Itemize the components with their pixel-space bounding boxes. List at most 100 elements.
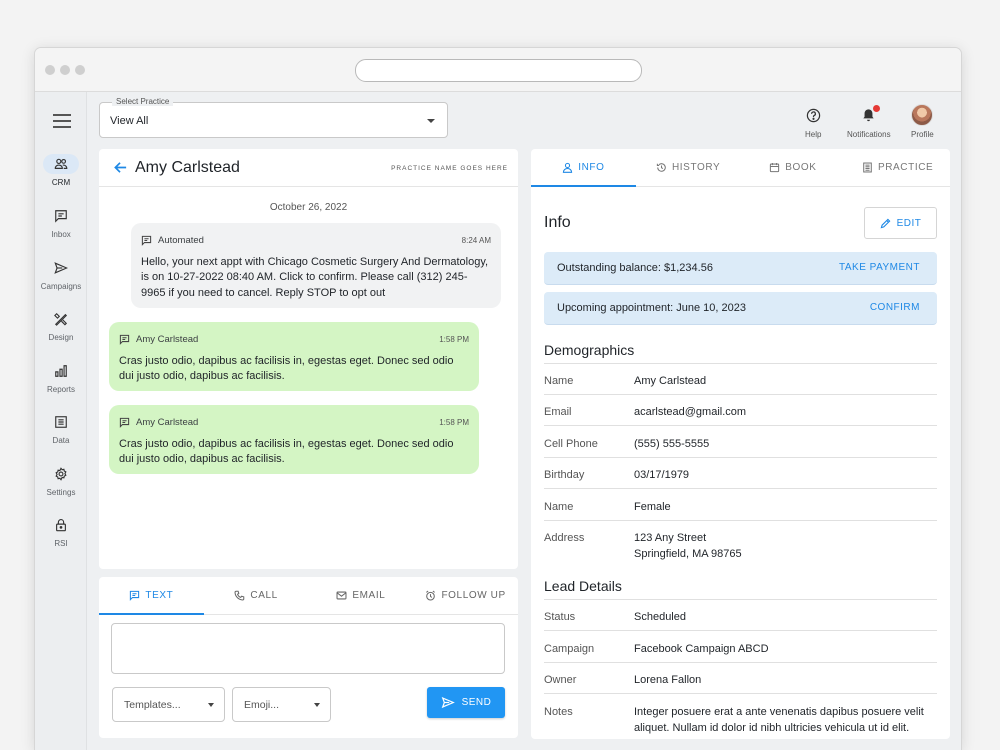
practice-select[interactable]: Select Practice View All (99, 97, 448, 138)
message-time: 8:24 AM (461, 236, 491, 245)
tab-history[interactable]: HISTORY (636, 149, 741, 186)
edit-button[interactable]: EDIT (864, 207, 937, 239)
tab-email[interactable]: EMAIL (309, 577, 414, 614)
nav-item-campaigns[interactable]: Campaigns (35, 258, 87, 304)
tab-call[interactable]: CALL (204, 577, 309, 614)
data-icon (43, 412, 79, 432)
tab-text[interactable]: TEXT (99, 577, 204, 615)
url-bar[interactable] (355, 59, 642, 82)
field-label: Name (544, 501, 574, 513)
title-bar (35, 48, 961, 92)
nav-label: Inbox (51, 230, 71, 239)
message-icon (141, 236, 152, 247)
field-value: Facebook Campaign ABCD (634, 643, 769, 655)
nav-label: CRM (51, 178, 71, 187)
templates-dropdown[interactable]: Templates... (112, 687, 225, 722)
conversation-header: Amy Carlstead PRACTICE NAME GOES HERE (99, 149, 518, 187)
nav-label: RSI (54, 539, 68, 548)
window-close-dot[interactable] (45, 65, 55, 75)
nav-label: Campaigns (40, 282, 82, 291)
bar-chart-icon (43, 361, 79, 381)
back-arrow-icon[interactable] (113, 160, 128, 175)
window-maximize-dot[interactable] (75, 65, 85, 75)
message-text: Hello, your next appt with Chicago Cosme… (141, 255, 489, 299)
profile-button[interactable]: Profile (911, 104, 934, 139)
avatar (911, 104, 934, 126)
history-icon (656, 163, 666, 172)
tab-book[interactable]: BOOK (741, 149, 846, 186)
divider (544, 693, 937, 694)
email-icon (336, 591, 347, 600)
message-text: Cras justo odio, dapibus ac facilisis in… (119, 437, 454, 466)
profile-label: Profile (911, 130, 934, 139)
compose-panel: TEXT CALL EMAIL FOLLOW UP Templates... E… (99, 577, 518, 738)
tab-follow-up[interactable]: FOLLOW UP (413, 577, 518, 614)
nav-item-settings[interactable]: Settings (35, 464, 87, 510)
message-icon (119, 418, 130, 429)
message-time: 1:58 PM (439, 418, 469, 427)
gear-icon (43, 464, 79, 484)
people-icon (43, 154, 79, 174)
nav-item-inbox[interactable]: Inbox (35, 206, 87, 252)
field-value: Scheduled (634, 611, 686, 623)
field-label: Campaign (544, 643, 595, 655)
lead-details-title: Lead Details (544, 578, 622, 594)
nav-item-crm[interactable]: CRM (35, 154, 87, 200)
appointment-text: Upcoming appointment: June 10, 2023 (557, 302, 746, 314)
help-icon (806, 104, 821, 126)
divider (544, 488, 937, 489)
take-payment-button[interactable]: TAKE PAYMENT (839, 262, 920, 273)
field-label: Cell Phone (544, 438, 598, 450)
nav-item-data[interactable]: Data (35, 412, 87, 458)
field-value-line2: Springfield, MA 98765 (634, 548, 742, 560)
message-header: Amy Carlstead (119, 332, 469, 348)
message-bubble-incoming: Amy Carlstead 1:58 PM Cras justo odio, d… (109, 405, 479, 474)
send-button[interactable]: SEND (427, 687, 505, 718)
help-label: Help (805, 130, 822, 139)
nav-label: Reports (46, 385, 75, 394)
nav-item-reports[interactable]: Reports (35, 361, 87, 407)
field-value: acarlstead@gmail.com (634, 406, 747, 418)
send-icon (441, 696, 455, 709)
divider (544, 363, 937, 364)
practice-name: PRACTICE NAME GOES HERE (391, 165, 508, 172)
field-label: Email (544, 406, 572, 418)
field-label: Owner (544, 674, 577, 686)
notifications-button[interactable]: Notifications (847, 104, 891, 139)
divider (544, 662, 937, 663)
emoji-dropdown[interactable]: Emoji... (232, 687, 331, 722)
window-minimize-dot[interactable] (60, 65, 70, 75)
field-value: 123 Any Street (634, 532, 707, 544)
tab-label: CALL (250, 590, 278, 601)
field-label: Status (544, 611, 576, 623)
message-icon (130, 590, 140, 601)
browser-window: CRM Inbox Campaigns Design Reports Data … (34, 47, 962, 750)
balance-alert: Outstanding balance: $1,234.56 TAKE PAYM… (544, 252, 937, 285)
message-time: 1:58 PM (439, 335, 469, 344)
pencil-icon (880, 218, 891, 228)
send-icon (43, 258, 79, 278)
hamburger-menu-icon[interactable] (53, 114, 71, 128)
tab-info[interactable]: INFO (531, 149, 636, 187)
message-header: Automated (141, 233, 491, 249)
field-value: 03/17/1979 (634, 469, 690, 481)
field-value: Lorena Fallon (634, 674, 702, 686)
tab-label: EMAIL (352, 590, 386, 601)
side-nav: CRM Inbox Campaigns Design Reports Data … (35, 92, 87, 750)
field-value: Amy Carlstead (634, 375, 707, 387)
edit-label: EDIT (896, 217, 922, 229)
field-label: Notes (544, 706, 573, 718)
tab-practice[interactable]: PRACTICE (845, 149, 950, 186)
message-sender: Amy Carlstead (136, 417, 199, 428)
message-input[interactable] (111, 623, 505, 674)
nav-item-design[interactable]: Design (35, 309, 87, 355)
field-label: Birthday (544, 469, 585, 481)
bell-icon (861, 104, 881, 126)
nav-item-rsi[interactable]: RSI (35, 515, 87, 561)
person-icon (563, 162, 573, 173)
message-bubble-automated: Automated 8:24 AM Hello, your next appt … (131, 223, 501, 308)
help-button[interactable]: Help (805, 104, 821, 139)
confirm-button[interactable]: CONFIRM (870, 302, 920, 313)
message-sender: Automated (158, 235, 204, 246)
nav-label: Data (52, 436, 70, 445)
